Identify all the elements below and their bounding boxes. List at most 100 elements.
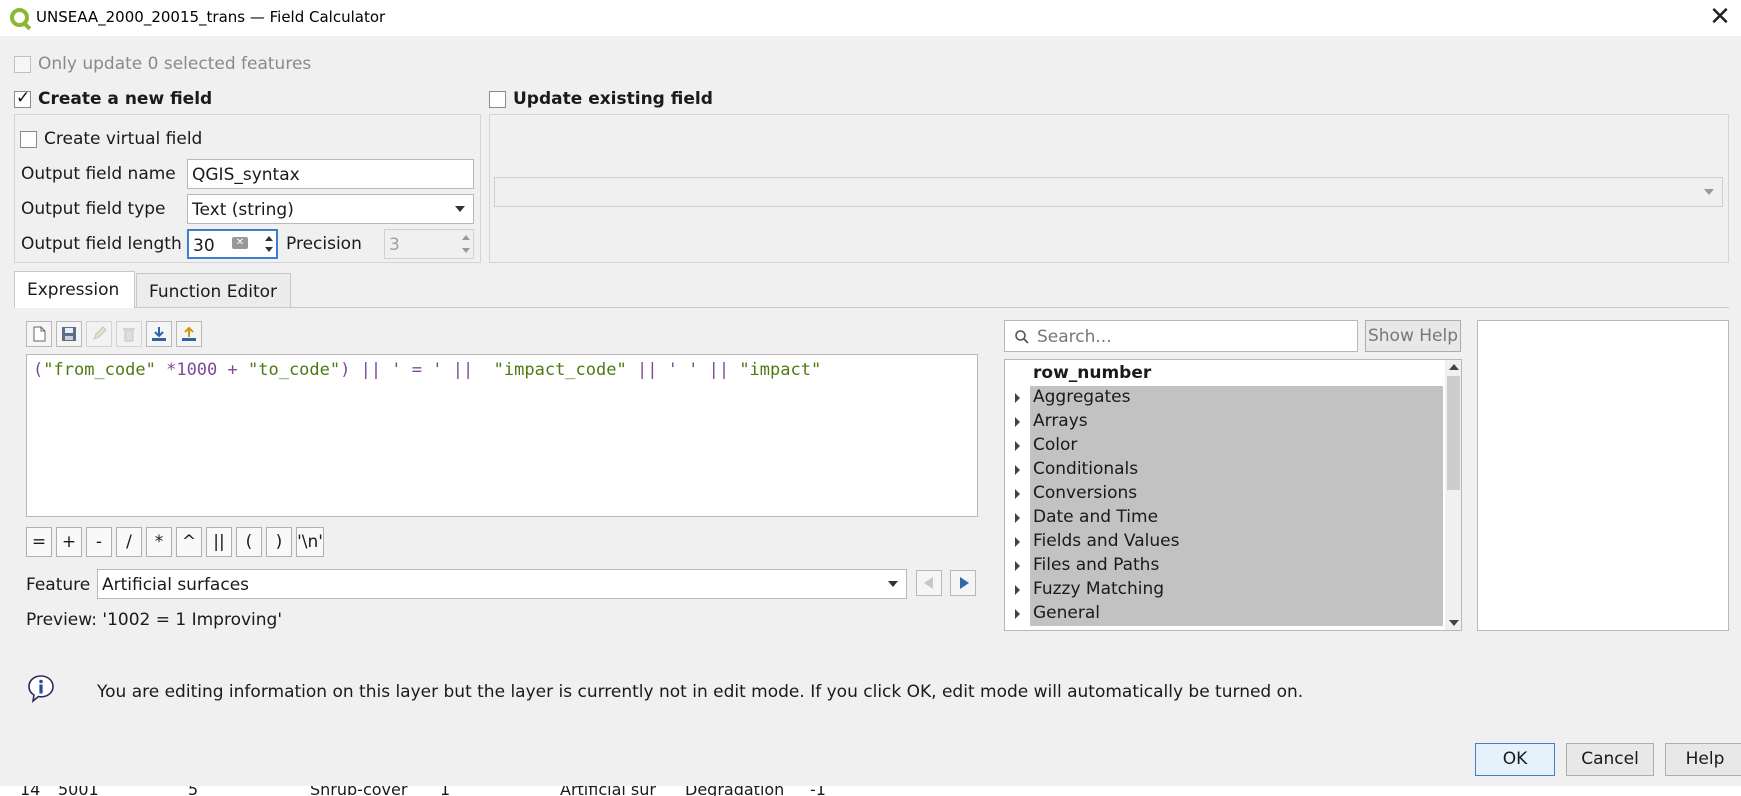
operator-button[interactable]: / bbox=[116, 527, 142, 557]
function-group-item[interactable]: Files and Paths bbox=[1005, 554, 1443, 578]
existing-field-select[interactable] bbox=[494, 177, 1723, 207]
operator-button[interactable]: + bbox=[56, 527, 82, 557]
delete-button[interactable] bbox=[116, 321, 142, 347]
spin-up-icon[interactable] bbox=[265, 236, 273, 241]
expression-token: * bbox=[155, 360, 177, 380]
new-file-icon bbox=[33, 326, 46, 342]
function-item-label: row_number bbox=[1033, 363, 1152, 383]
table-cell: 1 bbox=[440, 786, 451, 796]
feature-select[interactable]: Artificial surfaces bbox=[97, 569, 907, 599]
operator-button[interactable]: = bbox=[26, 527, 52, 557]
update-existing-field-checkbox[interactable] bbox=[489, 91, 506, 108]
search-icon bbox=[1015, 330, 1029, 344]
ok-button[interactable]: OK bbox=[1475, 743, 1555, 776]
spin-down-icon[interactable] bbox=[265, 247, 273, 252]
only-update-selected-checkbox[interactable] bbox=[14, 56, 31, 73]
operator-button[interactable]: '\n' bbox=[296, 527, 324, 557]
output-field-type-value: Text (string) bbox=[192, 200, 294, 220]
create-new-field-label: Create a new field bbox=[38, 89, 213, 109]
output-field-type-select[interactable]: Text (string) bbox=[187, 194, 474, 224]
only-update-selected-label: Only update 0 selected features bbox=[38, 54, 312, 74]
show-help-button[interactable]: Show Help bbox=[1365, 320, 1461, 352]
function-search-input[interactable]: Search... bbox=[1004, 320, 1358, 352]
expand-arrow-icon[interactable] bbox=[1015, 585, 1020, 595]
table-cell: 14 bbox=[20, 786, 41, 796]
function-tree-rows: row_number Aggregates Arrays Color Condition… bbox=[1005, 362, 1443, 630]
export-icon bbox=[182, 326, 196, 341]
attribute-table-strip: 14 5001 5 Shrub-cover 1 Artificial sur Degrada… bbox=[0, 786, 1741, 796]
function-group-item[interactable]: Arrays bbox=[1005, 410, 1443, 434]
expand-arrow-icon[interactable] bbox=[1015, 417, 1020, 427]
operator-button[interactable]: ) bbox=[266, 527, 292, 557]
function-group-label: Conditionals bbox=[1033, 459, 1139, 479]
help-button[interactable]: Help bbox=[1665, 743, 1741, 776]
function-group-item[interactable]: General bbox=[1005, 602, 1443, 626]
tab-expression[interactable]: Expression bbox=[14, 271, 135, 308]
scroll-down-icon[interactable] bbox=[1449, 620, 1459, 626]
chevron-down-icon bbox=[888, 581, 898, 587]
clear-icon[interactable]: ✕ bbox=[232, 237, 248, 249]
operator-button[interactable]: ^ bbox=[176, 527, 202, 557]
spin-up-icon[interactable] bbox=[462, 235, 470, 240]
tree-scrollbar[interactable] bbox=[1445, 360, 1461, 630]
function-group-item[interactable]: Color bbox=[1005, 434, 1443, 458]
info-icon bbox=[28, 675, 54, 703]
expand-arrow-icon[interactable] bbox=[1015, 609, 1020, 619]
import-button[interactable] bbox=[146, 321, 172, 347]
expand-arrow-icon[interactable] bbox=[1015, 513, 1020, 523]
new-file-button[interactable] bbox=[26, 321, 52, 347]
output-field-length-label: Output field length bbox=[21, 234, 182, 254]
close-icon[interactable]: ✕ bbox=[1706, 4, 1734, 32]
expression-token: ( bbox=[33, 360, 44, 380]
create-new-field-checkbox[interactable] bbox=[14, 88, 31, 108]
operator-button[interactable]: * bbox=[146, 527, 172, 557]
output-field-name-input[interactable]: QGIS_syntax bbox=[187, 159, 474, 189]
preview-text: Preview: '1002 = 1 Improving' bbox=[26, 610, 282, 630]
function-item[interactable]: row_number bbox=[1005, 362, 1443, 386]
previous-feature-button[interactable] bbox=[916, 570, 942, 596]
function-group-item[interactable]: Fields and Values bbox=[1005, 530, 1443, 554]
expression-editor[interactable]: ("from_code" *1000 + "to_code") || ' = '… bbox=[26, 354, 978, 517]
function-group-item[interactable]: Date and Time bbox=[1005, 506, 1443, 530]
function-group-label: Date and Time bbox=[1033, 507, 1159, 527]
expand-arrow-icon[interactable] bbox=[1015, 489, 1020, 499]
scroll-up-icon[interactable] bbox=[1449, 364, 1459, 370]
update-existing-field-label: Update existing field bbox=[513, 89, 713, 109]
function-group-item[interactable]: Conversions bbox=[1005, 482, 1443, 506]
save-button[interactable] bbox=[56, 321, 82, 347]
expression-token: "impact" bbox=[739, 360, 822, 380]
operator-button[interactable]: || bbox=[206, 527, 232, 557]
expand-arrow-icon[interactable] bbox=[1015, 393, 1020, 403]
expression-token: ) || ' = ' || bbox=[340, 360, 494, 380]
expression-token: || ' ' || bbox=[626, 360, 740, 380]
preview-value: '1002 = 1 Improving' bbox=[102, 610, 283, 630]
precision-spinbox[interactable]: 3 bbox=[384, 229, 474, 259]
operator-button[interactable]: - bbox=[86, 527, 112, 557]
expand-arrow-icon[interactable] bbox=[1015, 561, 1020, 571]
edit-button[interactable] bbox=[86, 321, 112, 347]
expression-token: "from_code" bbox=[43, 360, 156, 380]
expand-arrow-icon[interactable] bbox=[1015, 441, 1020, 451]
tab-function-editor[interactable]: Function Editor bbox=[136, 273, 291, 307]
edit-icon bbox=[93, 326, 107, 340]
function-group-item[interactable]: Aggregates bbox=[1005, 386, 1443, 410]
function-group-label: General bbox=[1033, 603, 1100, 623]
output-field-length-spinbox[interactable]: 30 ✕ bbox=[187, 229, 278, 259]
qgis-logo-icon bbox=[10, 8, 29, 27]
preview-label: Preview: bbox=[26, 610, 97, 630]
expand-arrow-icon[interactable] bbox=[1015, 465, 1020, 475]
operator-button[interactable]: ( bbox=[236, 527, 262, 557]
create-virtual-field-checkbox[interactable] bbox=[20, 131, 37, 148]
next-feature-button[interactable] bbox=[950, 570, 976, 596]
function-group-item[interactable]: Conditionals bbox=[1005, 458, 1443, 482]
chevron-down-icon bbox=[1704, 189, 1714, 195]
scrollbar-thumb[interactable] bbox=[1447, 376, 1460, 490]
table-cell: 5001 bbox=[58, 786, 99, 796]
function-group-label: Arrays bbox=[1033, 411, 1088, 431]
cancel-button[interactable]: Cancel bbox=[1566, 743, 1654, 776]
expand-arrow-icon[interactable] bbox=[1015, 537, 1020, 547]
export-button[interactable] bbox=[176, 321, 202, 347]
feature-label: Feature bbox=[26, 575, 91, 595]
function-group-item[interactable]: Fuzzy Matching bbox=[1005, 578, 1443, 602]
spin-down-icon[interactable] bbox=[462, 248, 470, 253]
